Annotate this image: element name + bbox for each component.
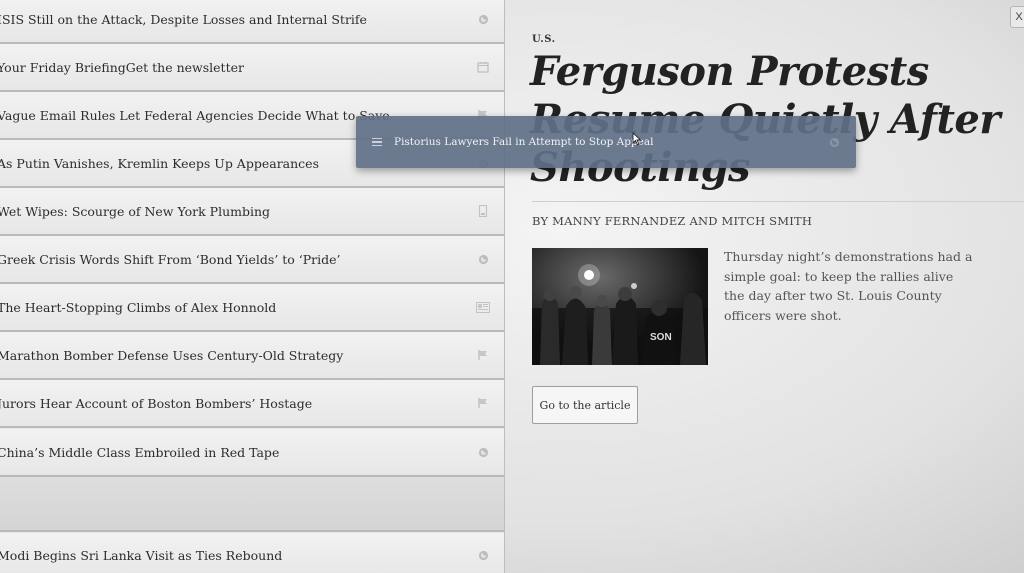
list-item-title: Modi Begins Sri Lanka Visit as Ties Rebo… <box>0 547 283 563</box>
article-photo: SON <box>532 248 708 365</box>
list-item-title: Vague Email Rules Let Federal Agencies D… <box>0 107 390 123</box>
globe-icon <box>476 445 490 459</box>
list-item[interactable]: Modi Begins Sri Lanka Visit as Ties Rebo… <box>0 533 504 573</box>
list-item[interactable]: China’s Middle Class Embroiled in Red Ta… <box>0 429 504 477</box>
flag-icon <box>476 348 490 362</box>
list-item[interactable]: ISIS Still on the Attack, Despite Losses… <box>0 0 504 44</box>
shirt-text: SON <box>650 332 672 343</box>
globe-icon <box>476 548 490 562</box>
bookmark-icon <box>476 204 490 218</box>
byline: BY MANNY FERNANDEZ AND MITCH SMITH <box>532 214 813 228</box>
divider <box>532 201 1024 202</box>
list-item[interactable]: Jurors Hear Account of Boston Bombers’ H… <box>0 380 504 428</box>
list-item-title: Greek Crisis Words Shift From ‘Bond Yiel… <box>0 251 341 267</box>
list-item-title: As Putin Vanishes, Kremlin Keeps Up Appe… <box>0 155 319 171</box>
drag-handle-icon[interactable] <box>372 137 382 147</box>
list-item[interactable]: Marathon Bomber Defense Uses Century-Old… <box>0 332 504 380</box>
flag-icon <box>476 396 490 410</box>
list-item-title: The Heart-Stopping Climbs of Alex Honnol… <box>0 299 277 315</box>
list-item-title: Wet Wipes: Scourge of New York Plumbing <box>0 203 271 219</box>
newspaper-icon <box>476 300 490 314</box>
list-item-title: Jurors Hear Account of Boston Bombers’ H… <box>0 395 313 411</box>
list-item-title: China’s Middle Class Embroiled in Red Ta… <box>0 444 280 460</box>
dragged-list-item[interactable]: Pistorius Lawyers Fail in Attempt to Sto… <box>356 116 856 168</box>
list-item[interactable]: Greek Crisis Words Shift From ‘Bond Yiel… <box>0 236 504 284</box>
section-label: U.S. <box>532 34 556 45</box>
article-list: ISIS Still on the Attack, Despite Losses… <box>0 0 505 573</box>
list-item[interactable]: Your Friday BriefingGet the newsletter <box>0 44 504 92</box>
list-item-title: Marathon Bomber Defense Uses Century-Old… <box>0 347 344 363</box>
go-to-article-button[interactable]: Go to the article <box>532 386 638 424</box>
close-button[interactable]: X <box>1010 6 1024 28</box>
globe-icon <box>476 252 490 266</box>
drop-placeholder <box>0 477 504 532</box>
article-preview: U.S. Ferguson Protests Resume Quietly Af… <box>506 0 1024 573</box>
list-item-title: Your Friday BriefingGet the newsletter <box>0 59 244 75</box>
list-item[interactable]: The Heart-Stopping Climbs of Alex Honnol… <box>0 284 504 332</box>
article-summary: Thursday night’s demonstrations had a si… <box>724 249 973 323</box>
dragged-item-title: Pistorius Lawyers Fail in Attempt to Sto… <box>394 136 654 148</box>
list-item[interactable]: Wet Wipes: Scourge of New York Plumbing <box>0 188 504 236</box>
mouse-cursor-icon <box>632 132 642 146</box>
calendar-icon <box>476 60 490 74</box>
globe-icon <box>829 137 840 148</box>
globe-icon <box>476 12 490 26</box>
list-item-title: ISIS Still on the Attack, Despite Losses… <box>0 11 367 27</box>
